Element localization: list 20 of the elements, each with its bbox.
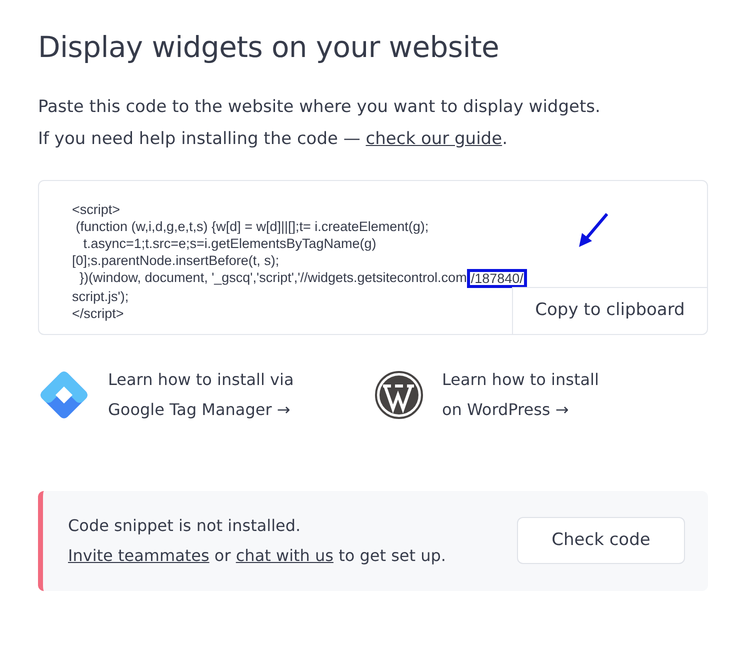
- guide-link[interactable]: Learn how to install via Google Tag Manager →: [108, 364, 294, 425]
- code-line: (function (w,i,d,g,e,t,s) {w[d] = w[d]||[];t= i.createElement(g);: [74, 218, 429, 235]
- alert-message: Code snippet is not installed.: [68, 514, 302, 537]
- code-line: [0];s.parentNode.insertBefore(t, s);: [72, 252, 280, 269]
- code-line: t.async=1;t.src=e;s=i.getElementsByTagName(g): [82, 234, 376, 252]
- code-line: })(window, document, '_gscq','script','//widgets.getsitecontrol.com: [78, 270, 467, 285]
- code-line: <script>: [72, 200, 120, 218]
- check-code-button[interactable]: Check code: [517, 517, 685, 564]
- code-line: script.js');: [72, 288, 129, 305]
- guide-link[interactable]: Learn how to install on WordPress →: [442, 364, 599, 425]
- guide-link[interactable]: check our guide: [366, 128, 502, 149]
- copy-button[interactable]: Copy to clipboard: [512, 286, 707, 334]
- arrow-icon: [577, 210, 611, 249]
- intro-text: Paste this code to the website where you want to display widgets. If you need help installing the code — check our guide.: [38, 96, 602, 151]
- alert-help-text: Invite teammates or chat with us to get set up.: [68, 544, 446, 567]
- invite-link[interactable]: Invite teammates: [68, 546, 210, 565]
- w-logo-icon: [374, 370, 424, 420]
- page-title: Display widgets on your website: [38, 30, 500, 65]
- chat-link[interactable]: chat with us: [236, 546, 334, 565]
- code-line: </script>: [72, 304, 124, 322]
